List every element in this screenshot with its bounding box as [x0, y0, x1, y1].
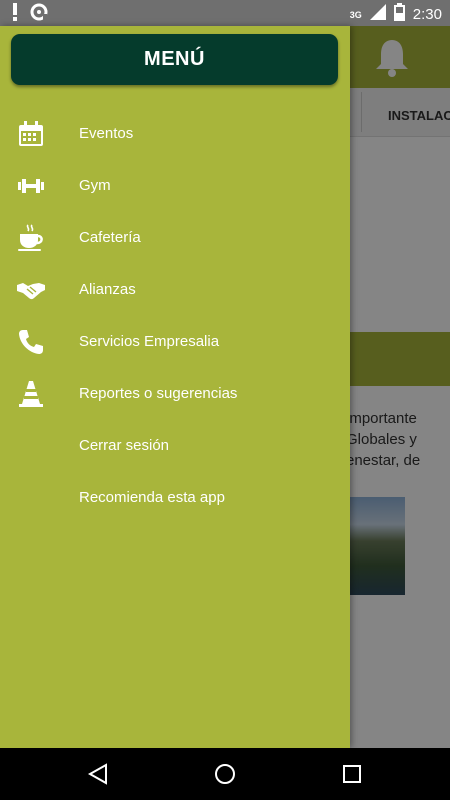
menu-item-cafeteria[interactable]: Cafetería: [0, 212, 350, 264]
navigation-drawer: MENÚ Eventos Gym Cafetería Alianzas Serv…: [0, 26, 350, 748]
clock: 2:30: [412, 6, 442, 23]
menu-item-label: Eventos: [79, 125, 134, 142]
coffee-cup-icon: [18, 224, 43, 251]
menu-item-label: Gym: [79, 177, 111, 194]
menu-title: MENÚ: [11, 34, 338, 85]
phone-icon: [19, 330, 43, 354]
menu-item-recomienda[interactable]: Recomienda esta app: [0, 472, 350, 524]
menu-item-label: Alianzas: [79, 281, 136, 298]
menu-item-eventos[interactable]: Eventos: [0, 108, 350, 160]
menu-item-servicios-empresalia[interactable]: Servicios Empresalia: [0, 316, 350, 368]
menu-item-label: Cerrar sesión: [79, 437, 170, 454]
menu-item-reportes[interactable]: Reportes o sugerencias: [0, 368, 350, 420]
menu-item-label: Cafetería: [79, 229, 141, 246]
handshake-icon: [17, 283, 45, 300]
dumbbell-icon: [18, 179, 44, 193]
menu-item-cerrar-sesion[interactable]: Cerrar sesión: [0, 420, 350, 472]
back-icon[interactable]: [86, 762, 110, 786]
menu-item-label: Reportes o sugerencias: [79, 385, 238, 402]
menu-item-alianzas[interactable]: Alianzas: [0, 264, 350, 316]
menu-item-gym[interactable]: Gym: [0, 160, 350, 212]
alert-icon: [12, 3, 18, 26]
status-bar: 3G 2:30: [0, 0, 450, 26]
home-icon[interactable]: [213, 762, 237, 786]
network-type: 3G: [349, 9, 362, 20]
signal-icon: [369, 4, 386, 25]
system-nav-bar: [0, 748, 450, 800]
menu-item-label: Recomienda esta app: [79, 489, 225, 506]
traffic-cone-icon: [19, 381, 43, 407]
sync-icon: [30, 3, 48, 26]
calendar-icon: [19, 121, 43, 146]
battery-icon: [393, 3, 405, 26]
recents-icon[interactable]: [340, 762, 364, 786]
menu-item-label: Servicios Empresalia: [79, 333, 220, 350]
